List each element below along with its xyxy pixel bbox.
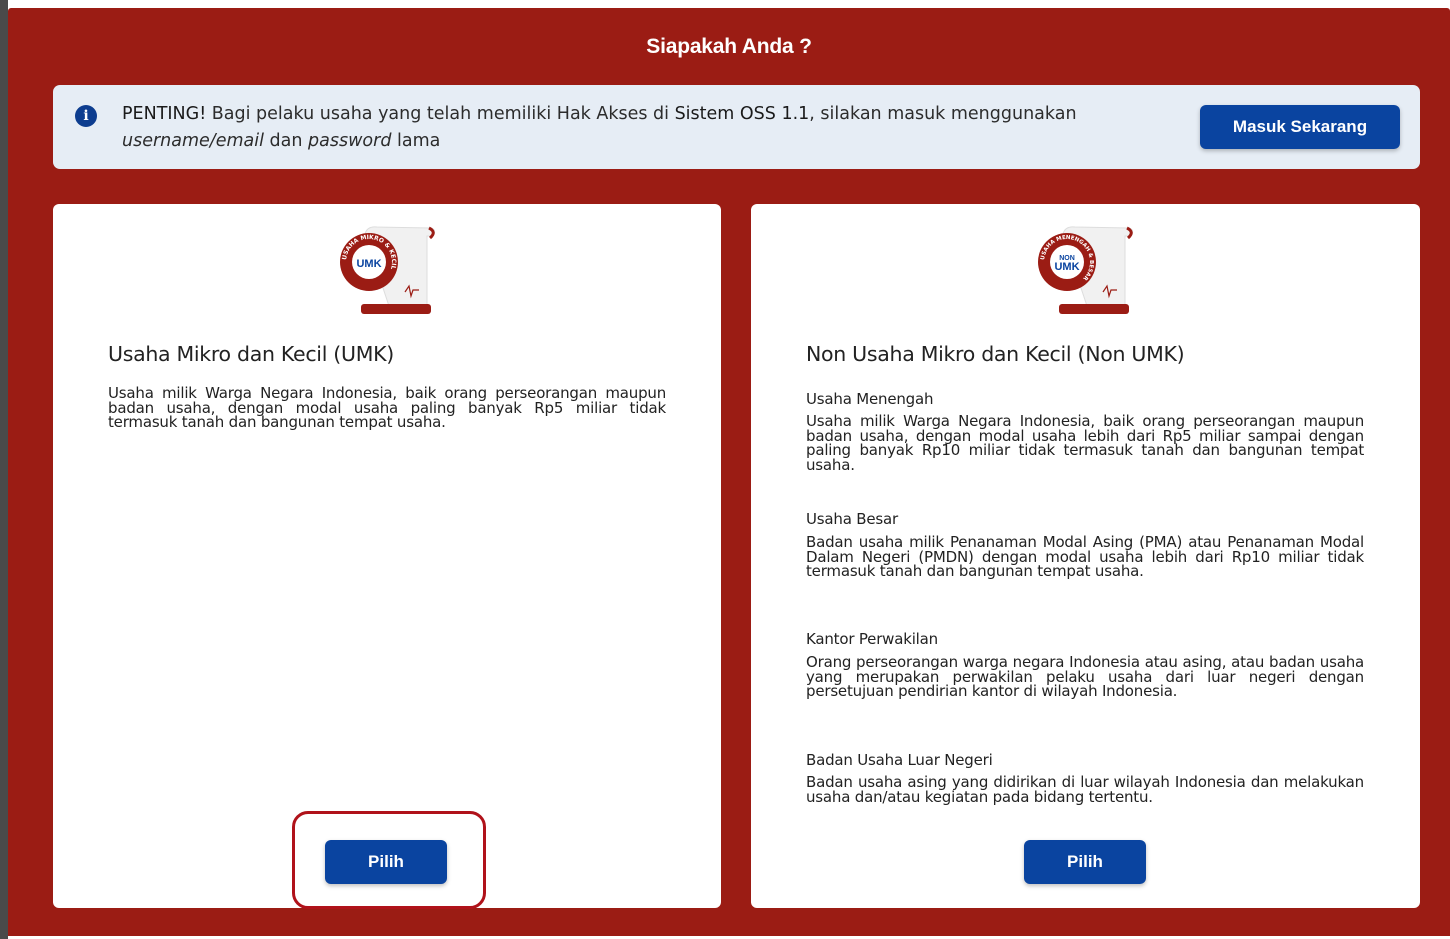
notice-password-label: password [308,131,392,151]
non-umk-card: NON UMK USAHA MENENGAH & BESAR Non Usaha… [751,204,1420,908]
window-top-edge [0,0,1450,8]
non-umk-logo: NON UMK USAHA MENENGAH & BESAR [1038,226,1134,314]
umk-card-title: Usaha Mikro dan Kecil (UMK) [108,342,394,366]
notice-text: PENTING! Bagi pelaku usaha yang telah me… [122,101,1182,155]
section-heading-usaha-besar: Usaha Besar [806,510,898,528]
notice-banner: i PENTING! Bagi pelaku usaha yang telah … [53,85,1420,169]
notice-bold-prefix: PENTING! [122,104,207,124]
section-heading-kantor-perwakilan: Kantor Perwakilan [806,630,938,648]
section-text-usaha-besar: Badan usaha milik Penanaman Modal Asing … [806,533,1364,580]
section-text-usaha-menengah: Usaha milik Warga Negara Indonesia, baik… [806,412,1364,474]
notice-username-label: username/email [122,131,264,151]
info-icon: i [75,105,97,127]
umk-logo-text: UMK [356,258,381,270]
notice-text-part4: lama [391,131,441,151]
non-umk-pilih-button[interactable]: Pilih [1024,840,1146,884]
section-heading-badan-usaha-luar-negeri: Badan Usaha Luar Negeri [806,751,993,769]
non-umk-card-title: Non Usaha Mikro dan Kecil (Non UMK) [806,342,1185,366]
page-title: Siapakah Anda ? [646,35,812,58]
notice-text-part1: Bagi pelaku usaha yang telah memiliki Ha… [206,104,675,124]
notice-text-part3: dan [263,131,309,151]
section-text-kantor-perwakilan: Orang perseorangan warga negara Indonesi… [806,653,1364,700]
section-heading-usaha-menengah: Usaha Menengah [806,390,934,408]
window-left-edge [0,0,8,939]
notice-text-part2: , silakan masuk menggunakan [809,104,1077,124]
non-umk-logo-text-bottom: UMK [1054,261,1079,273]
umk-card: UMK USAHA MIKRO & KECIL Usaha Mikro dan … [53,204,721,908]
umk-card-description: Usaha milik Warga Negara Indonesia, baik… [108,384,666,431]
notice-system-name: Sistem OSS 1.1 [674,104,810,124]
section-text-badan-usaha-luar-negeri: Badan usaha asing yang didirikan di luar… [806,773,1364,806]
umk-logo: UMK USAHA MIKRO & KECIL [340,226,436,314]
highlight-box [292,811,486,909]
masuk-sekarang-button[interactable]: Masuk Sekarang [1200,105,1400,149]
